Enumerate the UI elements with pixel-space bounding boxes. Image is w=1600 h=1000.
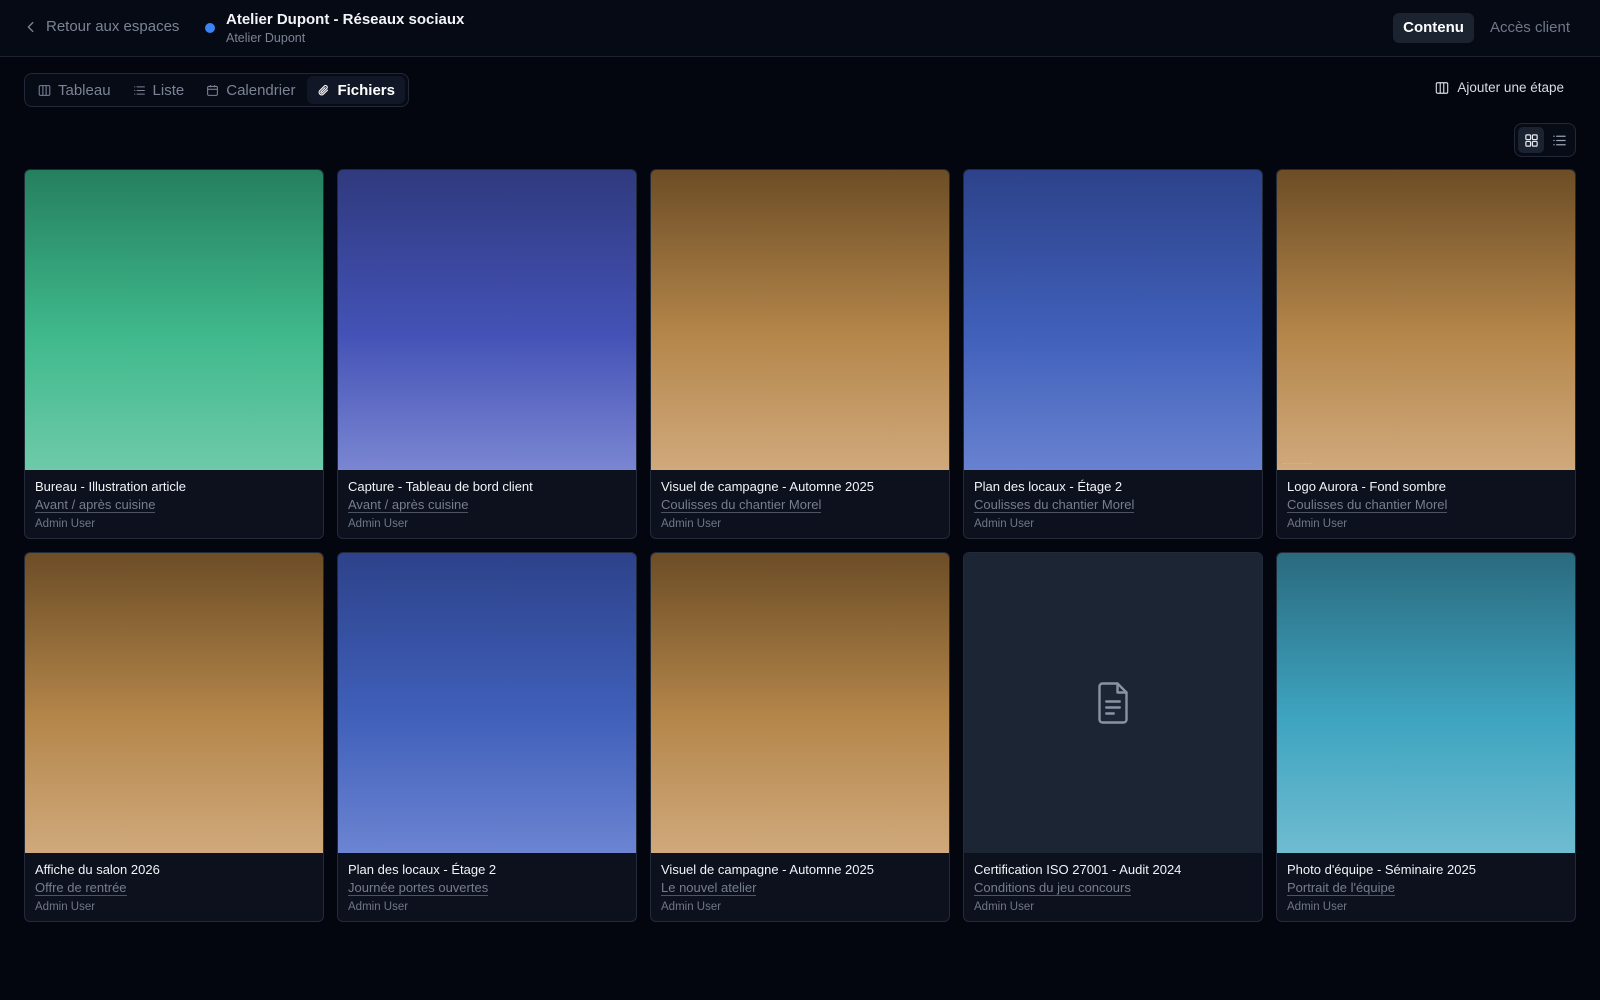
file-text-icon bbox=[1098, 682, 1128, 724]
file-card[interactable]: Plan des locaux - Étage 2 Coulisses du ch… bbox=[963, 169, 1263, 539]
space-subtitle: Atelier Dupont bbox=[226, 31, 306, 45]
tab-calendrier[interactable]: Calendrier bbox=[196, 76, 305, 104]
file-preview bbox=[651, 170, 949, 470]
mode-content-button[interactable]: Contenu bbox=[1393, 13, 1474, 43]
file-preview bbox=[964, 553, 1262, 853]
file-title: Visuel de campagne - Automne 2025 bbox=[661, 479, 874, 494]
grid-icon bbox=[1524, 133, 1538, 147]
file-title: Logo Aurora - Fond sombre bbox=[1287, 479, 1446, 494]
file-step-link[interactable]: Offre de rentrée bbox=[35, 880, 127, 896]
file-preview: — — — — — — bbox=[1277, 170, 1575, 470]
file-title: Visuel de campagne - Automne 2025 bbox=[661, 862, 874, 877]
file-author: Admin User bbox=[974, 518, 1035, 530]
file-step-link[interactable]: Coulisses du chantier Morel bbox=[1287, 497, 1448, 513]
chevron-left-icon bbox=[27, 21, 34, 32]
back-to-spaces-link[interactable]: Retour aux espaces bbox=[24, 18, 179, 35]
file-step-link[interactable]: Coulisses du chantier Morel bbox=[974, 497, 1135, 513]
mode-switch: Contenu Accès client bbox=[1393, 13, 1580, 43]
file-preview bbox=[1277, 553, 1575, 853]
file-card[interactable]: Affiche du salon 2026 Offre de rentrée Adm… bbox=[24, 552, 324, 922]
file-step-link[interactable]: Journée portes ouvertes bbox=[348, 880, 489, 896]
list-icon bbox=[133, 85, 145, 95]
file-author: Admin User bbox=[974, 901, 1035, 913]
space-title: Atelier Dupont - Réseaux sociaux bbox=[226, 11, 465, 28]
file-preview bbox=[338, 170, 636, 470]
list-icon bbox=[1552, 135, 1566, 145]
file-card[interactable]: Capture - Tableau de bord client Avant / … bbox=[337, 169, 637, 539]
file-preview bbox=[964, 170, 1262, 470]
tab-label: Calendrier bbox=[226, 81, 296, 99]
tab-label: Liste bbox=[152, 81, 185, 99]
calendar-icon bbox=[207, 84, 219, 96]
view-mode-toggle bbox=[1514, 123, 1576, 157]
file-card[interactable]: Plan des locaux - Étage 2 Journée portes … bbox=[337, 552, 637, 922]
file-author: Admin User bbox=[35, 518, 96, 530]
file-card[interactable]: Visuel de campagne - Automne 2025 Le nouv… bbox=[650, 552, 950, 922]
file-title: Capture - Tableau de bord client bbox=[348, 479, 533, 494]
tab-label: Tableau bbox=[58, 81, 111, 99]
file-step-link[interactable]: Portrait de l'équipe bbox=[1287, 880, 1395, 896]
file-preview bbox=[651, 553, 949, 853]
file-step-link[interactable]: Conditions du jeu concours bbox=[974, 880, 1131, 896]
add-step-label: Ajouter une étape bbox=[1457, 80, 1564, 95]
back-label: Retour aux espaces bbox=[46, 18, 180, 35]
file-card[interactable]: Bureau - Illustration article Avant / apr… bbox=[24, 169, 324, 539]
file-title: Certification ISO 27001 - Audit 2024 bbox=[974, 862, 1182, 877]
file-title: Plan des locaux - Étage 2 bbox=[348, 862, 497, 877]
file-author: Admin User bbox=[1287, 518, 1348, 530]
watermark-text: — — — — — — bbox=[1283, 460, 1313, 465]
file-preview bbox=[25, 553, 323, 853]
file-card[interactable]: Certification ISO 27001 - Audit 2024 Cond… bbox=[963, 552, 1263, 922]
grid-view-button[interactable] bbox=[1518, 127, 1544, 153]
file-preview bbox=[25, 170, 323, 470]
file-title: Affiche du salon 2026 bbox=[35, 862, 160, 877]
tab-label: Fichiers bbox=[337, 81, 395, 99]
paperclip-icon bbox=[318, 84, 329, 95]
top-bar: Retour aux espaces Atelier Dupont - Rése… bbox=[0, 0, 1600, 57]
file-card[interactable]: Photo d'équipe - Séminaire 2025 Portrait … bbox=[1276, 552, 1576, 922]
tab-fichiers[interactable]: Fichiers bbox=[307, 76, 405, 104]
columns-icon bbox=[1436, 81, 1449, 94]
mode-client-access-button[interactable]: Accès client bbox=[1480, 13, 1580, 43]
file-author: Admin User bbox=[35, 901, 96, 913]
files-grid: Bureau - Illustration article Avant / apr… bbox=[24, 169, 1576, 922]
file-step-link[interactable]: Avant / après cuisine bbox=[35, 497, 156, 513]
file-author: Admin User bbox=[661, 518, 722, 530]
tab-liste[interactable]: Liste bbox=[123, 76, 195, 104]
file-author: Admin User bbox=[1287, 901, 1348, 913]
file-author: Admin User bbox=[348, 518, 409, 530]
file-card[interactable]: — — — — — — Logo Aurora - Fond sombre Cou… bbox=[1276, 169, 1576, 539]
file-title: Photo d'équipe - Séminaire 2025 bbox=[1287, 862, 1476, 877]
file-step-link[interactable]: Avant / après cuisine bbox=[348, 497, 469, 513]
file-title: Plan des locaux - Étage 2 bbox=[974, 479, 1123, 494]
space-color-dot bbox=[205, 23, 215, 33]
file-card[interactable]: Visuel de campagne - Automne 2025 Couliss… bbox=[650, 169, 950, 539]
add-step-button[interactable]: Ajouter une étape bbox=[1435, 80, 1564, 95]
file-step-link[interactable]: Coulisses du chantier Morel bbox=[661, 497, 822, 513]
file-preview bbox=[338, 553, 636, 853]
view-tabs: Tableau Liste Calendrier Fichiers bbox=[24, 73, 409, 107]
tab-tableau[interactable]: Tableau bbox=[28, 76, 121, 104]
list-view-button[interactable] bbox=[1546, 127, 1572, 153]
file-author: Admin User bbox=[661, 901, 722, 913]
file-step-link[interactable]: Le nouvel atelier bbox=[661, 880, 757, 896]
columns-icon bbox=[38, 84, 51, 96]
file-author: Admin User bbox=[348, 901, 409, 913]
file-title: Bureau - Illustration article bbox=[35, 479, 187, 494]
